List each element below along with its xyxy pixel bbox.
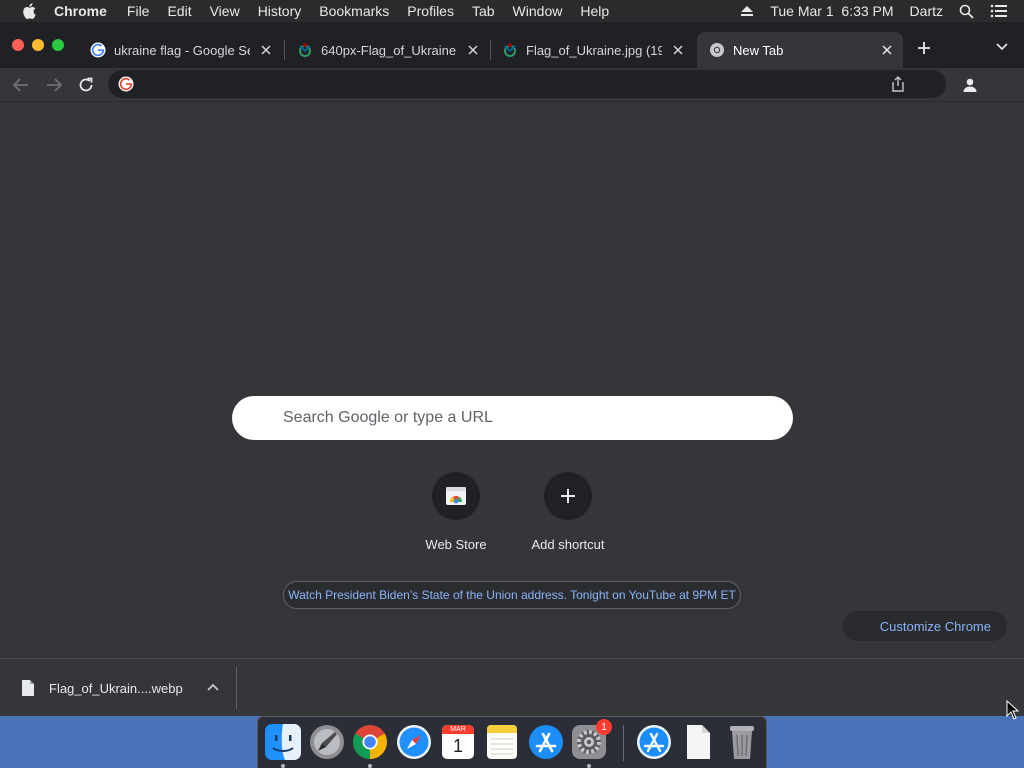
menu-tab[interactable]: Tab bbox=[472, 3, 495, 19]
person-icon bbox=[963, 78, 977, 92]
reload-button[interactable] bbox=[75, 74, 97, 96]
download-item[interactable]: Flag_of_Ukrain....webp bbox=[0, 659, 236, 716]
chrome-icon[interactable] bbox=[351, 723, 389, 761]
trash-icon[interactable] bbox=[723, 723, 761, 761]
system-preferences-icon[interactable]: 1 bbox=[570, 719, 612, 761]
address-bar[interactable] bbox=[108, 70, 946, 98]
profile-button[interactable] bbox=[956, 71, 984, 99]
safari-icon[interactable] bbox=[395, 723, 433, 761]
document-icon[interactable] bbox=[679, 723, 717, 761]
omnibox-input[interactable] bbox=[144, 70, 884, 98]
tab-google-search[interactable]: ukraine flag - Google Search bbox=[78, 32, 282, 68]
tab-strip: ukraine flag - Google Search 640px-Flag_… bbox=[0, 22, 1024, 68]
control-center-icon[interactable] bbox=[990, 4, 1008, 18]
app-store-icon[interactable] bbox=[527, 723, 565, 761]
eject-icon[interactable] bbox=[740, 5, 754, 17]
menu-help[interactable]: Help bbox=[580, 3, 609, 19]
shortcut-web-store[interactable]: Web Store bbox=[400, 472, 512, 562]
shortcut-add[interactable]: Add shortcut bbox=[512, 472, 624, 562]
download-shelf: Flag_of_Ukrain....webp bbox=[0, 658, 1024, 716]
close-tab-icon[interactable] bbox=[670, 42, 686, 58]
calendar-month: MAR bbox=[450, 726, 466, 733]
menu-bar-status: Tue Mar 1 6:33 PM Dartz bbox=[740, 0, 1024, 22]
user-name[interactable]: Dartz bbox=[910, 3, 943, 19]
notes-icon[interactable] bbox=[483, 723, 521, 761]
tab-flag-png[interactable]: 640px-Flag_of_Ukraine.svg.png bbox=[285, 32, 489, 68]
apple-icon[interactable] bbox=[20, 2, 38, 20]
divider bbox=[236, 667, 237, 709]
dock-divider bbox=[623, 725, 624, 761]
clock[interactable]: Tue Mar 1 6:33 PM bbox=[770, 3, 893, 19]
download-filename: Flag_of_Ukrain....webp bbox=[49, 680, 183, 696]
dock: MAR 1 1 bbox=[257, 716, 767, 768]
plus-icon bbox=[918, 42, 930, 54]
tab-title: New Tab bbox=[733, 42, 784, 58]
shortcut-label: Add shortcut bbox=[531, 537, 605, 552]
shortcut-icon-circle bbox=[432, 472, 480, 520]
tab-title: Flag_of_Ukraine.jpg (1920×1280) bbox=[526, 42, 662, 58]
web-store-icon bbox=[446, 487, 466, 505]
share-icon[interactable] bbox=[890, 76, 906, 92]
running-indicator bbox=[368, 764, 372, 768]
forward-button[interactable] bbox=[43, 74, 65, 96]
mouse-cursor-icon bbox=[1006, 700, 1020, 720]
customize-label: Customize Chrome bbox=[879, 618, 991, 634]
new-tab-button[interactable] bbox=[914, 38, 934, 58]
chrome-window: ukraine flag - Google Search 640px-Flag_… bbox=[0, 22, 1024, 716]
menu-history[interactable]: History bbox=[258, 3, 302, 19]
shortcut-label: Web Store bbox=[425, 537, 487, 552]
reload-icon bbox=[79, 77, 93, 92]
window-zoom-button[interactable] bbox=[52, 39, 64, 51]
menu-edit[interactable]: Edit bbox=[167, 3, 191, 19]
tab-search-button[interactable] bbox=[994, 39, 1010, 55]
tab-title: ukraine flag - Google Search bbox=[114, 42, 250, 58]
google-g-icon bbox=[90, 42, 106, 58]
shortcut-icon-circle bbox=[544, 472, 592, 520]
wikimedia-icon bbox=[299, 43, 311, 57]
finder-icon[interactable] bbox=[264, 723, 302, 761]
notification-badge: 1 bbox=[596, 719, 612, 735]
window-close-button[interactable] bbox=[12, 39, 24, 51]
file-icon bbox=[22, 680, 34, 696]
running-indicator bbox=[281, 764, 285, 768]
menu-window[interactable]: Window bbox=[513, 3, 563, 19]
menu-app-name[interactable]: Chrome bbox=[54, 3, 107, 19]
tab-title: 640px-Flag_of_Ukraine.svg.png bbox=[321, 42, 457, 58]
wikimedia-icon bbox=[504, 43, 516, 57]
running-indicator bbox=[587, 764, 591, 768]
chevron-up-icon[interactable] bbox=[206, 680, 220, 694]
close-tab-icon[interactable] bbox=[258, 42, 274, 58]
menu-bar: Chrome File Edit View History Bookmarks … bbox=[0, 0, 1024, 22]
menu-bookmarks[interactable]: Bookmarks bbox=[319, 3, 389, 19]
back-button[interactable] bbox=[10, 74, 32, 96]
search-placeholder: Search Google or type a URL bbox=[283, 409, 493, 426]
plus-icon bbox=[561, 489, 575, 503]
calendar-icon[interactable]: MAR 1 bbox=[439, 723, 477, 761]
close-tab-icon[interactable] bbox=[465, 42, 481, 58]
menu-profiles[interactable]: Profiles bbox=[407, 3, 454, 19]
back-arrow-icon bbox=[13, 78, 28, 92]
forward-arrow-icon bbox=[47, 78, 62, 92]
chevron-down-icon bbox=[996, 43, 1008, 51]
ntp-search-box[interactable]: Search Google or type a URL bbox=[232, 396, 793, 440]
close-tab-icon[interactable] bbox=[879, 42, 895, 58]
menu-file[interactable]: File bbox=[127, 3, 150, 19]
customize-chrome-button[interactable]: Customize Chrome bbox=[843, 611, 1007, 641]
spotlight-icon[interactable] bbox=[959, 4, 974, 19]
google-g-icon bbox=[118, 76, 134, 92]
toolbar bbox=[0, 68, 1024, 102]
tab-new-tab[interactable]: New Tab bbox=[697, 32, 903, 68]
tab-flag-jpg[interactable]: Flag_of_Ukraine.jpg (1920×1280) bbox=[490, 32, 694, 68]
middle-slot-promo[interactable]: Watch President Biden’s State of the Uni… bbox=[283, 581, 741, 609]
app-store-download-icon[interactable] bbox=[635, 723, 673, 761]
menu-view[interactable]: View bbox=[210, 3, 240, 19]
calendar-day: 1 bbox=[452, 736, 463, 756]
launchpad-icon[interactable] bbox=[308, 723, 346, 761]
chrome-icon bbox=[710, 43, 724, 57]
window-minimize-button[interactable] bbox=[32, 39, 44, 51]
